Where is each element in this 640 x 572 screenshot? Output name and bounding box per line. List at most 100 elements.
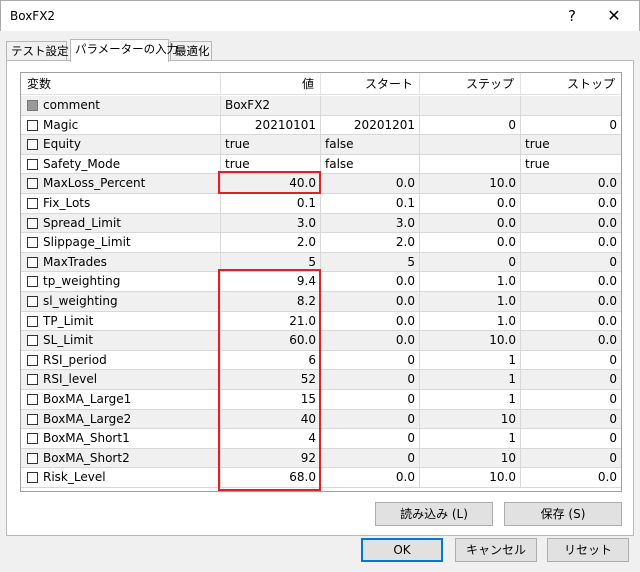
parameter-value-cell[interactable]: 0.1 — [221, 194, 321, 213]
parameter-step-cell[interactable]: 0.0 — [420, 213, 521, 233]
parameter-start-cell[interactable]: 0.0 — [321, 174, 420, 194]
parameter-step-cell[interactable]: 1.0 — [420, 272, 521, 292]
parameter-value-cell[interactable]: 52 — [221, 370, 321, 390]
parameter-step-cell[interactable]: 0.0 — [420, 233, 521, 253]
parameter-value-cell[interactable]: 8.2 — [221, 292, 321, 311]
load-button[interactable]: 読み込み (L) — [375, 502, 493, 526]
column-header-step[interactable]: ステップ — [420, 73, 521, 95]
cancel-button[interactable]: キャンセル — [455, 538, 537, 562]
parameter-start-cell[interactable]: 20201201 — [321, 115, 420, 135]
parameter-stop-cell[interactable]: 0.0 — [521, 468, 621, 487]
parameter-step-cell[interactable]: 0 — [420, 115, 521, 135]
table-row[interactable]: BoxMA_Short1 4 0 1 0 — [21, 429, 621, 449]
parameter-step-cell[interactable]: 1.0 — [420, 292, 521, 311]
parameter-start-cell[interactable]: 0 — [321, 409, 420, 429]
table-row[interactable]: Risk_Level 68.0 0.0 10.0 0.0 — [21, 468, 621, 488]
table-row[interactable]: sl_weighting 8.2 0.0 1.0 0.0 — [21, 292, 621, 312]
parameter-stop-cell[interactable]: 0 — [521, 370, 621, 389]
column-header-stop[interactable]: ストップ — [521, 73, 621, 95]
table-row[interactable]: Magic 20210101 20201201 0 0 — [21, 115, 621, 136]
parameter-value-cell[interactable]: 92 — [221, 448, 321, 468]
parameter-step-cell[interactable]: 0.0 — [420, 194, 521, 213]
table-row[interactable]: BoxMA_Short2 92 0 10 0 — [21, 448, 621, 469]
ok-button[interactable]: OK — [361, 538, 443, 562]
parameter-start-cell[interactable]: 0.0 — [321, 311, 420, 331]
parameter-start-cell[interactable]: 0 — [321, 370, 420, 390]
parameter-start-cell[interactable]: 3.0 — [321, 213, 420, 233]
parameter-value-cell[interactable]: 40 — [221, 409, 321, 429]
parameter-step-cell[interactable]: 10.0 — [420, 331, 521, 351]
parameter-value-cell[interactable]: 6 — [221, 350, 321, 370]
parameter-step-cell[interactable]: 10 — [420, 409, 521, 429]
parameter-stop-cell[interactable]: 0.0 — [521, 312, 621, 331]
parameter-stop-cell[interactable]: true — [521, 155, 621, 174]
parameter-stop-cell[interactable]: 0 — [521, 351, 621, 370]
table-row[interactable]: Fix_Lots 0.1 0.1 0.0 0.0 — [21, 194, 621, 214]
parameter-value-cell[interactable]: BoxFX2 — [221, 96, 321, 115]
parameter-step-cell[interactable]: 10 — [420, 448, 521, 468]
parameter-stop-cell[interactable]: 0.0 — [521, 233, 621, 252]
tab-parameters[interactable]: パラメーターの入力 — [70, 39, 178, 62]
parameter-start-cell[interactable]: 0.1 — [321, 194, 420, 213]
table-row[interactable]: BoxMA_Large1 15 0 1 0 — [21, 390, 621, 410]
parameter-step-cell[interactable] — [420, 96, 521, 115]
parameter-value-cell[interactable]: 4 — [221, 429, 321, 449]
parameter-step-cell[interactable]: 10.0 — [420, 468, 521, 488]
parameter-step-cell[interactable]: 1 — [420, 350, 521, 370]
parameter-stop-cell[interactable]: 0.0 — [521, 214, 621, 233]
table-row[interactable]: tp_weighting 9.4 0.0 1.0 0.0 — [21, 272, 621, 292]
table-row[interactable]: MaxLoss_Percent 40.0 0.0 10.0 0.0 — [21, 174, 621, 194]
table-row[interactable]: BoxMA_Large2 40 0 10 0 — [21, 409, 621, 430]
parameter-start-cell[interactable]: 0.0 — [321, 292, 420, 311]
parameter-start-cell[interactable]: 0 — [321, 390, 420, 409]
table-row[interactable]: MaxTrades 5 5 0 0 — [21, 252, 621, 273]
help-button[interactable]: ? — [557, 5, 587, 27]
table-row[interactable]: Safety_Mode true false true — [21, 154, 621, 175]
parameter-stop-cell[interactable]: true — [521, 135, 621, 154]
table-row[interactable]: SL_Limit 60.0 0.0 10.0 0.0 — [21, 331, 621, 351]
table-row[interactable]: RSI_period 6 0 1 0 — [21, 350, 621, 371]
parameter-start-cell[interactable]: 0 — [321, 429, 420, 449]
parameter-value-cell[interactable]: 60.0 — [221, 331, 321, 351]
parameter-step-cell[interactable] — [420, 154, 521, 174]
table-row[interactable]: TP_Limit 21.0 0.0 1.0 0.0 — [21, 311, 621, 332]
parameter-stop-cell[interactable]: 0.0 — [521, 292, 621, 311]
parameter-start-cell[interactable]: 0.0 — [321, 331, 420, 351]
parameter-step-cell[interactable]: 1 — [420, 390, 521, 409]
parameter-value-cell[interactable]: 5 — [221, 252, 321, 272]
parameter-stop-cell[interactable]: 0.0 — [521, 194, 621, 213]
parameter-stop-cell[interactable]: 0 — [521, 253, 621, 272]
table-row[interactable]: Equity true false true — [21, 135, 621, 155]
parameter-value-cell[interactable]: 2.0 — [221, 233, 321, 253]
parameter-step-cell[interactable]: 1 — [420, 429, 521, 449]
parameter-start-cell[interactable]: false — [321, 154, 420, 174]
parameter-value-cell[interactable]: 20210101 — [221, 115, 321, 135]
parameter-value-cell[interactable]: 68.0 — [221, 468, 321, 488]
parameter-start-cell[interactable]: 2.0 — [321, 233, 420, 253]
parameter-value-cell[interactable]: true — [221, 135, 321, 155]
tab-test-settings[interactable]: テスト設定 — [6, 41, 69, 61]
parameter-step-cell[interactable]: 0 — [420, 252, 521, 272]
parameter-step-cell[interactable] — [420, 135, 521, 155]
parameter-stop-cell[interactable]: 0 — [521, 116, 621, 135]
parameter-stop-cell[interactable]: 0 — [521, 410, 621, 429]
parameter-stop-cell[interactable]: 0.0 — [521, 272, 621, 291]
parameter-value-cell[interactable]: 21.0 — [221, 311, 321, 331]
column-header-value[interactable]: 値 — [221, 73, 321, 95]
parameter-stop-cell[interactable]: 0 — [521, 429, 621, 448]
parameter-value-cell[interactable]: 40.0 — [221, 174, 321, 194]
table-row[interactable]: Spread_Limit 3.0 3.0 0.0 0.0 — [21, 213, 621, 234]
parameter-value-cell[interactable]: 15 — [221, 390, 321, 409]
parameter-start-cell[interactable]: 0.0 — [321, 272, 420, 292]
parameter-stop-cell[interactable]: 0.0 — [521, 331, 621, 350]
parameter-step-cell[interactable]: 1 — [420, 370, 521, 390]
parameter-start-cell[interactable]: 0 — [321, 350, 420, 370]
parameter-stop-cell[interactable] — [521, 96, 621, 115]
parameter-start-cell[interactable]: 0.0 — [321, 468, 420, 488]
reset-button[interactable]: リセット — [547, 538, 629, 562]
table-row[interactable]: comment BoxFX2 — [21, 96, 621, 116]
parameter-value-cell[interactable]: true — [221, 154, 321, 174]
parameter-start-cell[interactable]: 5 — [321, 252, 420, 272]
close-button[interactable]: ✕ — [599, 5, 629, 27]
parameter-stop-cell[interactable]: 0 — [521, 390, 621, 409]
